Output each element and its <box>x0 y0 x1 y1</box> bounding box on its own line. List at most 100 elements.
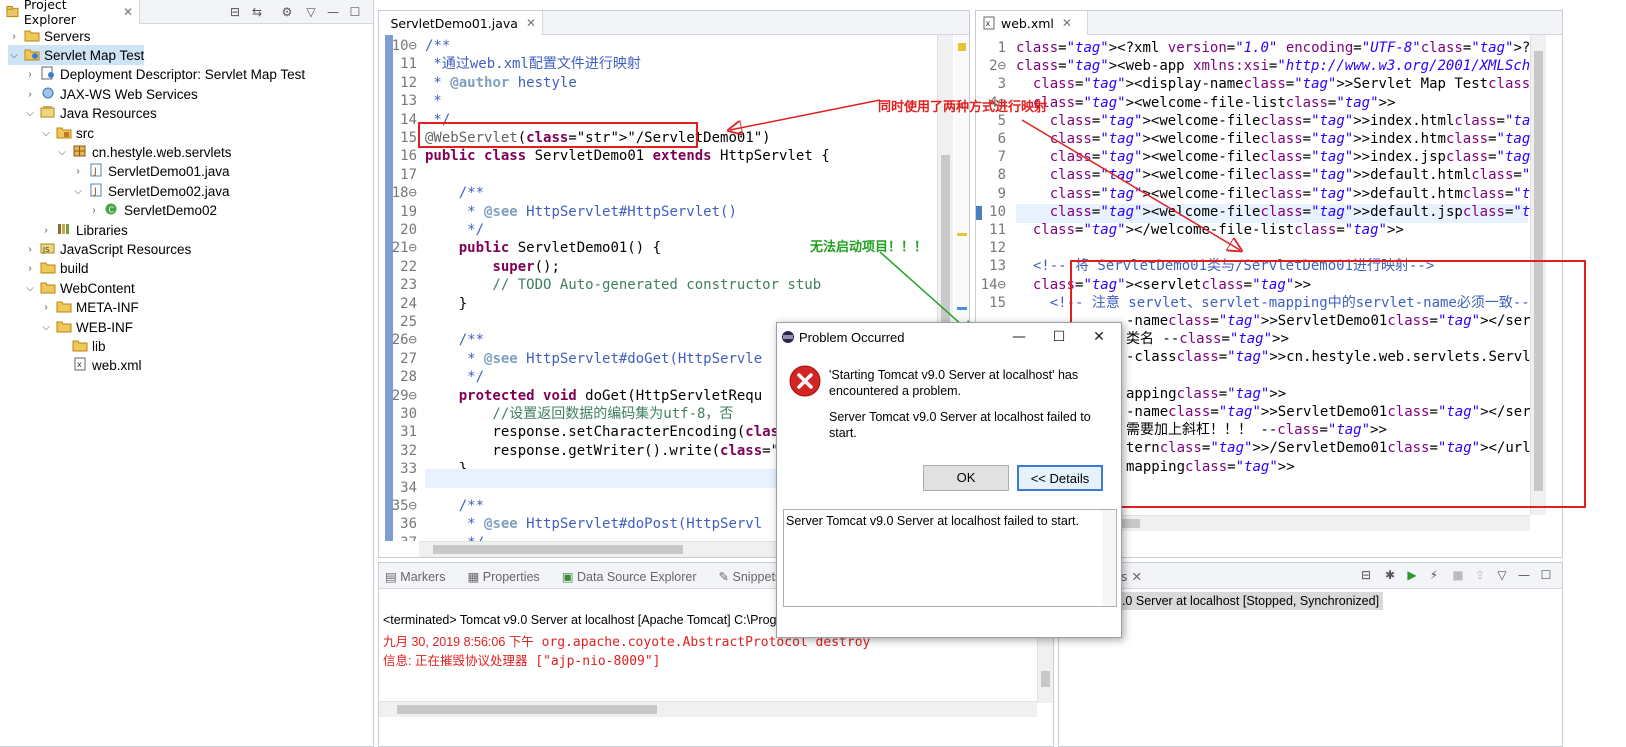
collapsed-icon[interactable]: › <box>24 69 36 80</box>
expanded-icon[interactable]: ⌵ <box>40 128 52 139</box>
tree-node[interactable]: ⌵ J ServletDemo02.java <box>72 181 230 201</box>
expanded-icon[interactable]: ⌵ <box>8 50 20 61</box>
close-icon[interactable]: ✕ <box>1062 16 1072 30</box>
code-line[interactable]: //设置返回数据的编码集为utf-8，否 <box>425 405 733 424</box>
tree-node[interactable]: ⌵ Servlet Map Test <box>8 45 145 66</box>
code-line[interactable]: class="tag"><welcome-fileclass="tag">>de… <box>1016 166 1530 185</box>
collapse-icon[interactable]: ⊟ <box>1359 568 1373 582</box>
start-server-icon[interactable]: ▶ <box>1405 568 1419 582</box>
collapsed-icon[interactable]: › <box>40 225 52 236</box>
tree-node[interactable]: › JAX-WS Web Services <box>24 84 197 104</box>
collapsed-icon[interactable]: › <box>24 244 36 255</box>
code-line[interactable]: class="tag"><welcome-fileclass="tag">>in… <box>1016 130 1530 149</box>
collapsed-icon[interactable]: › <box>40 302 52 313</box>
code-line[interactable]: // TODO Auto-generated constructor stub <box>425 276 821 295</box>
code-line[interactable]: *通过web.xml配置文件进行映射 <box>425 55 640 74</box>
view-menu-icon[interactable]: ▽ <box>1495 568 1509 582</box>
tab-properties[interactable]: ▦ Properties <box>467 569 539 584</box>
close-icon[interactable]: ✕ <box>1132 569 1142 584</box>
profile-server-icon[interactable]: ⚡ <box>1427 568 1441 582</box>
code-line[interactable]: /** <box>425 331 484 350</box>
scroll-thumb[interactable] <box>433 545 683 554</box>
code-line[interactable]: class="tag"><web-app xmlns:xsi="http://w… <box>1016 57 1530 76</box>
tree-node[interactable]: ⌵ WebContent <box>24 278 135 298</box>
tree-node[interactable]: › C ServletDemo02 <box>88 201 217 221</box>
tab-servletdemo01[interactable]: J ServletDemo01.java ✕ <box>379 11 543 35</box>
scroll-thumb[interactable] <box>1041 671 1050 687</box>
code-line[interactable]: } <box>425 295 467 314</box>
details-button[interactable]: << Details <box>1017 465 1103 491</box>
minimize-icon[interactable]: — <box>1517 568 1531 582</box>
minimize-icon[interactable]: — <box>326 5 340 19</box>
ok-button[interactable]: OK <box>923 465 1009 491</box>
code-line[interactable]: * <box>425 92 441 111</box>
code-line[interactable]: * @see HttpServlet#HttpServlet() <box>425 203 737 222</box>
scroll-thumb[interactable] <box>941 155 950 335</box>
tree-node[interactable]: › build <box>24 259 88 279</box>
tree-node[interactable]: ⌵ Java Resources <box>24 104 157 124</box>
close-icon[interactable]: ✕ <box>123 5 133 19</box>
code-line[interactable]: class="tag"><welcome-file-listclass="tag… <box>1016 94 1396 113</box>
tree-node[interactable]: ⌵ src <box>40 123 94 143</box>
code-line[interactable]: * @see HttpServlet#doGet(HttpServle <box>425 350 762 369</box>
tab-markers[interactable]: ▤ Markers <box>385 569 445 584</box>
scroll-thumb[interactable] <box>397 705 657 714</box>
tab-data-source-explorer[interactable]: ▣ Data Source Explorer <box>562 569 697 584</box>
collapsed-icon[interactable]: › <box>24 263 36 274</box>
code-line[interactable]: */ <box>425 221 484 240</box>
code-line[interactable]: class="tag"><welcome-fileclass="tag">>de… <box>1016 203 1530 222</box>
tab-servers-fragment[interactable]: s ✕ <box>1121 569 1142 584</box>
code-line[interactable]: class="tag"><welcome-fileclass="tag">>in… <box>1016 148 1530 167</box>
code-line[interactable]: public ServletDemo01() { <box>425 239 661 258</box>
code-line[interactable]: */ <box>425 534 484 541</box>
tree-node[interactable]: › Servers <box>8 26 90 46</box>
code-line[interactable]: super(); <box>425 258 559 277</box>
console-horizontal-scrollbar[interactable] <box>379 701 1037 717</box>
tree-node[interactable]: › Libraries <box>40 220 127 240</box>
tree-node[interactable]: › META-INF <box>40 298 138 318</box>
maximize-icon[interactable]: ☐ <box>348 5 362 19</box>
expanded-icon[interactable]: ⌵ <box>56 147 68 158</box>
code-line[interactable]: /** <box>425 497 484 516</box>
minimize-button[interactable]: — <box>999 323 1039 351</box>
debug-server-icon[interactable]: ✱ <box>1383 568 1397 582</box>
close-button[interactable]: ✕ <box>1079 323 1119 351</box>
publish-icon[interactable]: ⇪ <box>1473 568 1487 582</box>
expanded-icon[interactable]: ⌵ <box>24 283 36 294</box>
code-line[interactable]: class="tag"><welcome-fileclass="tag">>de… <box>1016 185 1530 204</box>
collapsed-icon[interactable]: › <box>88 205 100 216</box>
collapse-all-icon[interactable]: ⊟ <box>228 5 242 19</box>
maximize-button[interactable]: ☐ <box>1039 323 1079 351</box>
details-scrollbar[interactable] <box>1102 510 1116 606</box>
expanded-icon[interactable]: ⌵ <box>72 186 84 197</box>
expanded-icon[interactable]: ⌵ <box>24 108 36 119</box>
code-line[interactable]: * @see HttpServlet#doPost(HttpServl <box>425 515 762 534</box>
tab-project-explorer[interactable]: Project Explorer ✕ <box>0 0 140 27</box>
tree-node[interactable]: › Deployment Descriptor: Servlet Map Test <box>24 65 305 85</box>
console-vertical-scrollbar[interactable] <box>1037 631 1053 703</box>
code-line[interactable]: class="tag"><display-nameclass="tag">>Se… <box>1016 75 1530 94</box>
tree-node[interactable]: › JS JavaScript Resources <box>24 239 191 259</box>
collapsed-icon[interactable]: › <box>72 166 84 177</box>
collapsed-icon[interactable]: › <box>24 89 36 100</box>
tab-web-xml[interactable]: x web.xml ✕ <box>976 11 1088 35</box>
collapsed-icon[interactable]: › <box>8 31 20 42</box>
expanded-icon[interactable]: ⌵ <box>40 322 52 333</box>
code-line[interactable]: class="tag"></welcome-file-listclass="ta… <box>1016 221 1404 240</box>
warning-marker[interactable] <box>958 43 966 51</box>
tree-node[interactable]: x web.xml <box>56 356 142 376</box>
tree-node[interactable]: lib <box>56 336 106 356</box>
view-menu-icon[interactable]: ▽ <box>304 5 318 19</box>
code-line[interactable]: class="tag"><?xml version="1.0" encoding… <box>1016 39 1530 58</box>
tree-node[interactable]: › J ServletDemo01.java <box>72 162 230 182</box>
close-icon[interactable]: ✕ <box>526 16 536 30</box>
link-with-editor-icon[interactable]: ⇆ <box>250 5 264 19</box>
code-line[interactable]: /** <box>425 184 484 203</box>
filter-icon[interactable]: ⚙ <box>280 5 294 19</box>
tree-node[interactable]: ⌵ WEB-INF <box>40 317 133 337</box>
code-line[interactable]: protected void doGet(HttpServletRequ <box>425 387 762 406</box>
tree-node[interactable]: ⌵ cn.hestyle.web.servlets <box>56 142 231 162</box>
warning-marker[interactable] <box>957 233 967 236</box>
code-line[interactable]: * @author hestyle <box>425 74 576 93</box>
code-line[interactable]: /** <box>425 37 450 56</box>
